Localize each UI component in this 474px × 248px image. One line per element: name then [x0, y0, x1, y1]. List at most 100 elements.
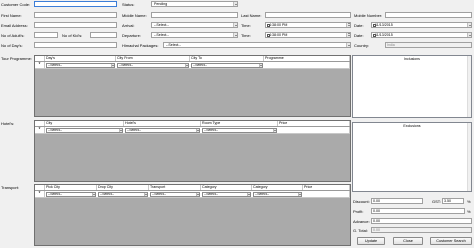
column-header[interactable]: Price [278, 121, 350, 126]
arrival-select[interactable]: --Select-- [151, 22, 238, 28]
close-button[interactable]: Close [393, 237, 423, 245]
himachal-value: --Select-- [166, 43, 181, 47]
room-type-cell-select[interactable]: --Select-- [202, 127, 277, 133]
departure-label: Departure: [122, 33, 141, 38]
first-name-input[interactable] [34, 12, 117, 18]
profit-percent: % [467, 209, 471, 214]
mobile-input[interactable] [385, 12, 472, 18]
spinner-icon[interactable] [346, 23, 350, 27]
kids-input[interactable] [90, 32, 117, 38]
departure-date-picker[interactable]: 11/13/2015 [371, 32, 472, 38]
column-header[interactable]: Category [201, 185, 252, 190]
checkbox-icon[interactable] [267, 34, 270, 37]
cell-value: --Select-- [204, 127, 218, 132]
customer-code-label: Customer Code: [1, 2, 31, 7]
chevron-down-icon [91, 192, 95, 196]
drop-city-cell-select[interactable]: --Select-- [98, 191, 148, 197]
first-name-label: First Name: [1, 13, 22, 18]
email-label: Email Address: [1, 23, 28, 28]
column-header[interactable]: City [45, 121, 124, 126]
chevron-down-icon [110, 63, 114, 67]
chevron-down-icon [118, 128, 122, 132]
adults-input[interactable] [34, 32, 58, 38]
spinner-icon[interactable] [346, 33, 350, 37]
chevron-down-icon [233, 33, 237, 37]
exclusions-panel[interactable]: Exclusions [352, 122, 472, 192]
gtotal-label: G. Total: [353, 228, 368, 233]
category-cell-select[interactable]: --Select-- [202, 191, 251, 197]
table-row[interactable]: * --Select-- --Select-- --Select-- [35, 62, 350, 69]
column-header[interactable]: Drop City [97, 185, 149, 190]
row-header-cell [35, 121, 45, 126]
column-header[interactable]: Price [303, 185, 350, 190]
scrollbar[interactable] [467, 56, 471, 117]
gst-percent: % [467, 199, 471, 204]
departure-time-label: Time: [241, 33, 251, 38]
programme-cell[interactable] [264, 62, 350, 68]
calendar-dropdown-icon[interactable] [467, 33, 471, 37]
checkbox-icon[interactable] [267, 24, 270, 27]
cell-value: --Select-- [100, 191, 114, 196]
tour-programme-grid[interactable]: Day's City From City To Programme * --Se… [34, 55, 351, 117]
column-header[interactable]: Programme [264, 56, 350, 61]
city-from-cell-select[interactable]: --Select-- [117, 62, 189, 68]
price-cell[interactable] [278, 127, 350, 133]
cell-value: --Select-- [152, 191, 166, 196]
column-header[interactable]: Transport [149, 185, 201, 190]
chevron-down-icon [195, 192, 199, 196]
column-header[interactable]: City From [116, 56, 190, 61]
pick-city-cell-select[interactable]: --Select-- [46, 191, 96, 197]
transport-grid[interactable]: Pick City Drop City Transport Category C… [34, 184, 351, 246]
cell-value: --Select-- [193, 62, 207, 67]
customer-code-input[interactable] [34, 1, 117, 7]
himachal-label: Himachal Packages: [122, 43, 159, 48]
chevron-down-icon [195, 128, 199, 132]
checkbox-icon[interactable] [373, 24, 376, 27]
table-row[interactable]: * --Select-- --Select-- --Select-- [35, 127, 350, 134]
departure-value: --Select-- [154, 33, 169, 37]
chevron-down-icon [143, 192, 147, 196]
column-header[interactable]: City To [190, 56, 264, 61]
discount-input[interactable]: 0.00 [371, 198, 423, 204]
gst-input[interactable]: 3.50 [442, 198, 464, 204]
column-header[interactable]: Room Type [201, 121, 278, 126]
column-header[interactable]: Pick City [45, 185, 97, 190]
status-select[interactable]: Pending [151, 1, 238, 7]
update-button[interactable]: Update [357, 237, 385, 245]
country-input[interactable]: India [385, 42, 472, 48]
column-header[interactable]: Hotel's [124, 121, 201, 126]
column-header[interactable]: Category [252, 185, 303, 190]
chevron-down-icon [246, 192, 250, 196]
arrival-time-picker[interactable]: 4:38:00 PM [265, 22, 351, 28]
column-header[interactable]: Day's [45, 56, 116, 61]
last-name-input[interactable] [265, 12, 351, 18]
middle-name-label: Middle Name: [122, 13, 147, 18]
calendar-dropdown-icon[interactable] [467, 23, 471, 27]
category-2-cell-select[interactable]: --Select-- [253, 191, 302, 197]
profit-input[interactable]: 0.00 [371, 208, 465, 214]
city-cell-select[interactable]: --Select-- [46, 127, 123, 133]
departure-time-picker[interactable]: 4:38:00 PM [265, 32, 351, 38]
days-input[interactable] [34, 42, 117, 48]
advance-input[interactable]: 0.00 [371, 218, 472, 224]
departure-select[interactable]: --Select-- [151, 32, 238, 38]
customer-search-button[interactable]: Customer Search [430, 237, 472, 245]
chevron-down-icon [184, 63, 188, 67]
transport-cell-select[interactable]: --Select-- [150, 191, 200, 197]
email-input[interactable] [34, 22, 117, 28]
table-row[interactable]: * --Select-- --Select-- --Select-- --Sel… [35, 191, 350, 198]
arrival-date-picker[interactable]: 11/13/2015 [371, 22, 472, 28]
middle-name-input[interactable] [151, 12, 238, 18]
hotels-grid[interactable]: City Hotel's Room Type Price * --Select-… [34, 120, 351, 182]
price-cell[interactable] [303, 191, 350, 197]
days-cell-select[interactable]: --Select-- [46, 62, 115, 68]
checkbox-icon[interactable] [373, 34, 376, 37]
inclusions-panel[interactable]: Inclusions [352, 55, 472, 118]
scrollbar[interactable] [467, 123, 471, 191]
himachal-select[interactable]: --Select-- [163, 42, 351, 48]
city-to-cell-select[interactable]: --Select-- [191, 62, 263, 68]
days-label: No of Day's: [1, 43, 23, 48]
gtotal-input[interactable]: 0.00 [371, 227, 472, 233]
hotel-cell-select[interactable]: --Select-- [125, 127, 200, 133]
cell-value: --Select-- [48, 191, 62, 196]
